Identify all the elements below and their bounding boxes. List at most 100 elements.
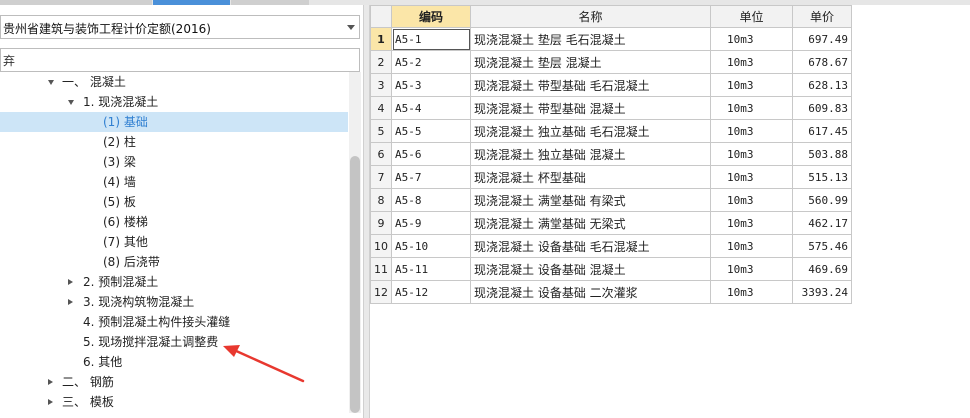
row-number[interactable]: 2: [370, 50, 392, 74]
cell-price[interactable]: 469.69: [792, 257, 852, 281]
cell-code[interactable]: A5-9: [391, 211, 471, 235]
cell-price[interactable]: 560.99: [792, 188, 852, 212]
row-number[interactable]: 3: [370, 73, 392, 97]
cell-name[interactable]: 现浇混凝土 垫层 毛石混凝土: [470, 27, 711, 51]
tree-item[interactable]: (3) 梁: [0, 152, 348, 172]
header-name[interactable]: 名称: [470, 5, 711, 28]
cell-name[interactable]: 现浇混凝土 独立基础 混凝土: [470, 142, 711, 166]
row-number[interactable]: 10: [370, 234, 392, 258]
table-row[interactable]: 12 A5-12 现浇混凝土 设备基础 二次灌浆 10m3 3393.24: [370, 280, 852, 304]
tree-item[interactable]: 2. 预制混凝土: [0, 272, 348, 292]
cell-price[interactable]: 575.46: [792, 234, 852, 258]
tree-item[interactable]: (5) 板: [0, 192, 348, 212]
header-code[interactable]: 编码: [391, 5, 471, 28]
tree-item[interactable]: 5. 现场搅拌混凝土调整费: [0, 332, 348, 352]
table-row[interactable]: 6 A5-6 现浇混凝土 独立基础 混凝土 10m3 503.88: [370, 142, 852, 166]
collapse-arrow-icon[interactable]: [48, 379, 53, 385]
cell-unit[interactable]: 10m3: [710, 165, 793, 189]
cell-code[interactable]: A5-11: [391, 257, 471, 281]
tree-item[interactable]: (4) 墙: [0, 172, 348, 192]
collapse-arrow-icon[interactable]: [48, 399, 53, 405]
cell-name[interactable]: 现浇混凝土 设备基础 毛石混凝土: [470, 234, 711, 258]
cell-unit[interactable]: 10m3: [710, 280, 793, 304]
tree-item[interactable]: 3. 现浇构筑物混凝土: [0, 292, 348, 312]
cell-code[interactable]: A5-3: [391, 73, 471, 97]
cell-name[interactable]: 现浇混凝土 设备基础 二次灌浆: [470, 280, 711, 304]
table-row[interactable]: 3 A5-3 现浇混凝土 带型基础 毛石混凝土 10m3 628.13: [370, 73, 852, 97]
cell-name[interactable]: 现浇混凝土 满堂基础 有梁式: [470, 188, 711, 212]
cell-code[interactable]: A5-4: [391, 96, 471, 120]
table-row[interactable]: 8 A5-8 现浇混凝土 满堂基础 有梁式 10m3 560.99: [370, 188, 852, 212]
cell-price[interactable]: 462.17: [792, 211, 852, 235]
tree-item[interactable]: (2) 柱: [0, 132, 348, 152]
cell-price[interactable]: 609.83: [792, 96, 852, 120]
table-row[interactable]: 1 A5-1 现浇混凝土 垫层 毛石混凝土 10m3 697.49: [370, 27, 852, 51]
cell-name[interactable]: 现浇混凝土 带型基础 毛石混凝土: [470, 73, 711, 97]
cell-unit[interactable]: 10m3: [710, 257, 793, 281]
cell-code[interactable]: A5-8: [391, 188, 471, 212]
table-row[interactable]: 10 A5-10 现浇混凝土 设备基础 毛石混凝土 10m3 575.46: [370, 234, 852, 258]
collapse-arrow-icon[interactable]: [68, 299, 73, 305]
cell-price[interactable]: 617.45: [792, 119, 852, 143]
cell-code[interactable]: A5-5: [391, 119, 471, 143]
cell-name[interactable]: 现浇混凝土 满堂基础 无梁式: [470, 211, 711, 235]
header-unit[interactable]: 单位: [710, 5, 793, 28]
cell-code[interactable]: A5-6: [391, 142, 471, 166]
tree-scrollbar[interactable]: [349, 72, 361, 413]
cell-unit[interactable]: 10m3: [710, 188, 793, 212]
tree-item[interactable]: 一、 混凝土: [0, 72, 348, 92]
cell-name[interactable]: 现浇混凝土 独立基础 毛石混凝土: [470, 119, 711, 143]
cell-code[interactable]: A5-1: [391, 27, 471, 51]
cell-name[interactable]: 现浇混凝土 杯型基础: [470, 165, 711, 189]
cell-price[interactable]: 3393.24: [792, 280, 852, 304]
cell-code[interactable]: A5-10: [391, 234, 471, 258]
cell-price[interactable]: 697.49: [792, 27, 852, 51]
tree-item[interactable]: 4. 预制混凝土构件接头灌缝: [0, 312, 348, 332]
tree-item[interactable]: (7) 其他: [0, 232, 348, 252]
cell-price[interactable]: 503.88: [792, 142, 852, 166]
cell-price[interactable]: 515.13: [792, 165, 852, 189]
cell-unit[interactable]: 10m3: [710, 50, 793, 74]
cell-name[interactable]: 现浇混凝土 设备基础 混凝土: [470, 257, 711, 281]
tree-item[interactable]: 1. 现浇混凝土: [0, 92, 348, 112]
row-number[interactable]: 5: [370, 119, 392, 143]
panel-splitter[interactable]: [363, 5, 370, 418]
row-number[interactable]: 8: [370, 188, 392, 212]
cell-unit[interactable]: 10m3: [710, 96, 793, 120]
cell-code[interactable]: A5-7: [391, 165, 471, 189]
cell-unit[interactable]: 10m3: [710, 234, 793, 258]
row-number[interactable]: 11: [370, 257, 392, 281]
table-row[interactable]: 2 A5-2 现浇混凝土 垫层 混凝土 10m3 678.67: [370, 50, 852, 74]
collapse-arrow-icon[interactable]: [68, 279, 73, 285]
cell-price[interactable]: 628.13: [792, 73, 852, 97]
quota-library-dropdown[interactable]: 贵州省建筑与装饰工程计价定额(2016): [0, 15, 360, 39]
cell-code[interactable]: A5-12: [391, 280, 471, 304]
cell-code[interactable]: A5-2: [391, 50, 471, 74]
cell-unit[interactable]: 10m3: [710, 73, 793, 97]
tree-item[interactable]: (8) 后浇带: [0, 252, 348, 272]
tree-item[interactable]: 三、 模板: [0, 392, 348, 412]
table-row[interactable]: 9 A5-9 现浇混凝土 满堂基础 无梁式 10m3 462.17: [370, 211, 852, 235]
table-row[interactable]: 5 A5-5 现浇混凝土 独立基础 毛石混凝土 10m3 617.45: [370, 119, 852, 143]
cell-unit[interactable]: 10m3: [710, 27, 793, 51]
table-row[interactable]: 7 A5-7 现浇混凝土 杯型基础 10m3 515.13: [370, 165, 852, 189]
header-price[interactable]: 单价: [792, 5, 852, 28]
row-number[interactable]: 6: [370, 142, 392, 166]
row-number[interactable]: 7: [370, 165, 392, 189]
cell-price[interactable]: 678.67: [792, 50, 852, 74]
table-row[interactable]: 4 A5-4 现浇混凝土 带型基础 混凝土 10m3 609.83: [370, 96, 852, 120]
row-number[interactable]: 12: [370, 280, 392, 304]
table-row[interactable]: 11 A5-11 现浇混凝土 设备基础 混凝土 10m3 469.69: [370, 257, 852, 281]
search-input[interactable]: [0, 48, 360, 72]
tree-item[interactable]: 二、 钢筋: [0, 372, 348, 392]
cell-name[interactable]: 现浇混凝土 垫层 混凝土: [470, 50, 711, 74]
tree-item[interactable]: 6. 其他: [0, 352, 348, 372]
cell-name[interactable]: 现浇混凝土 带型基础 混凝土: [470, 96, 711, 120]
cell-unit[interactable]: 10m3: [710, 211, 793, 235]
scrollbar-thumb[interactable]: [350, 156, 360, 413]
chevron-down-icon[interactable]: [347, 25, 355, 30]
expand-arrow-icon[interactable]: [48, 80, 54, 85]
tree-item[interactable]: (6) 楼梯: [0, 212, 348, 232]
cell-unit[interactable]: 10m3: [710, 142, 793, 166]
row-number[interactable]: 9: [370, 211, 392, 235]
